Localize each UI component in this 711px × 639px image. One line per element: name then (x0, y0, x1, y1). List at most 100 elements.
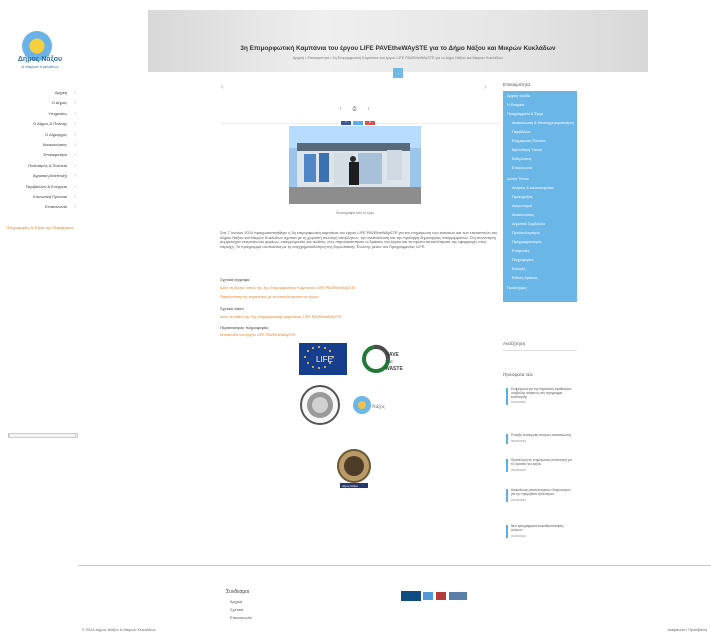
hero-banner: 3η Επιμορφωτική Καμπάνια του έργου LIFE … (148, 10, 648, 72)
nav-item-services[interactable]: Υπηρεσίες (0, 109, 80, 120)
right-menu-item-22[interactable]: Προσλήψεις (503, 286, 577, 291)
scroll-right-icon[interactable]: › (74, 433, 76, 439)
announcement-date: 08/06/2024 (511, 438, 527, 443)
right-menu-item-8[interactable]: Εκδηλώσεις (503, 157, 577, 162)
announcement-text: Έναρξη λειτουργίας κέντρου ανακύκλωσης (511, 433, 572, 437)
footer-bottom: © 2024 Δήμος Νάξου & Μικρών Κυκλάδων Δια… (78, 627, 711, 639)
right-menu-item-15[interactable]: Δημοτικό Συμβούλιο (503, 222, 577, 227)
announcements-title: Πρόσφατα νέα (503, 372, 533, 377)
coin-logo: Δήμος Νάξου (332, 445, 376, 489)
right-menu-item-19[interactable]: Πληροφορίες (503, 258, 577, 263)
coin-logo-text: Δήμος Νάξου (342, 484, 358, 488)
article-photo (289, 126, 421, 204)
video-heading: Σχετικό video (220, 306, 244, 311)
announcement-text: Ενημέρωση για την παράταση προθεσμίας υπ… (511, 387, 572, 399)
right-menu-item-1[interactable]: Αρχική σελίδα (503, 94, 577, 99)
partner-logos: LIFE PAVE THE WASTE Νάξος Δήμος Νάξου (220, 312, 500, 572)
footer-right-links[interactable]: Διαφάνεια • Πρόσβαση (668, 627, 707, 632)
right-menu: Αρχική σελίδα Η Εταιρεία Προγράμματα & Έ… (503, 91, 577, 302)
announcement-item[interactable]: Πρόσκληση σε ενημερωτική συνάντηση για τ… (506, 458, 575, 473)
right-menu-item-18[interactable]: Επιτροπές (503, 249, 577, 254)
documents-heading: Σχετικά έγγραφα (220, 277, 250, 282)
announcement-text: Ανακοίνωση αποτελεσμάτων διαγωνισμού για… (511, 488, 571, 496)
seal-logo (299, 384, 341, 426)
previous-button[interactable]: ‹ (337, 106, 344, 112)
nav-item-home[interactable]: Αρχική (0, 88, 80, 99)
naxos-logo-text: Νάξος (372, 405, 385, 410)
nav-item-news[interactable]: Επικαιρότητα (0, 150, 80, 161)
right-menu-item-10[interactable]: Δελτία Τύπου (503, 177, 577, 182)
nav-item-environment[interactable]: Περιβάλλον & Ενέργεια (0, 182, 80, 193)
previous-article-arrow-icon[interactable]: ‹ (221, 82, 224, 91)
page-title: 3η Επιμορφωτική Καμπάνια του έργου LIFE … (240, 45, 556, 52)
footer-link-contact[interactable]: Επικοινωνία (230, 615, 252, 620)
pave-the-waste-logo: PAVE THE WASTE (360, 343, 406, 375)
right-menu-item-4[interactable]: Ανακύκλωση & Επαναχρησιμοποίηση (503, 121, 577, 126)
photo-caption: Φωτογραφία από το έργο (335, 211, 375, 215)
document-link-1[interactable]: Δείτε τη δελτίο τύπου της 3ης Επιμορφωτι… (220, 286, 356, 290)
right-menu-item-17[interactable]: Προγραμματισμός (503, 240, 577, 245)
article-body: Στις 7 Ιουνίου 2024 πραγματοποιήθηκε η 3… (220, 230, 498, 249)
right-menu-item-21[interactable]: Ειδικές Δράσεις (503, 276, 577, 281)
right-menu-item-20[interactable]: Εκλογές (503, 267, 577, 272)
facebook-share-button[interactable]: f (341, 121, 351, 125)
footer-divider (78, 565, 711, 566)
right-menu-item-9[interactable]: Επικοινωνία (503, 166, 577, 171)
announcement-item[interactable]: Ενημέρωση για την παράταση προθεσμίας υπ… (506, 387, 575, 406)
right-menu-item-12[interactable]: Προκηρύξεις (503, 195, 577, 200)
next-article-arrow-icon[interactable]: › (484, 82, 487, 91)
twitter-share-button[interactable]: t (353, 121, 363, 125)
announcement-text: Πρόσκληση σε ενημερωτική συνάντηση για τ… (511, 458, 572, 466)
svg-text:PAVE: PAVE (386, 352, 400, 358)
footer-logos (401, 589, 469, 601)
logo-title: Δήμος Νάξου (17, 56, 63, 63)
print-icon[interactable]: ⎙ (351, 106, 358, 112)
right-menu-item-16[interactable]: Προϋπολογισμός (503, 231, 577, 236)
nav-item-mayor[interactable]: Ο Δήμαρχος (0, 130, 80, 141)
sidebar-note[interactable]: Πληροφορίες & Έργα της Περιφέρειας (4, 225, 76, 231)
right-menu-item-7[interactable]: Βιβλιοθήκη Υλικού (503, 148, 577, 153)
right-menu-item-14[interactable]: Ανακοινώσεις (503, 213, 577, 218)
svg-text:THE: THE (385, 359, 393, 364)
announcement-date: 03/06/2024 (511, 497, 527, 502)
nav-item-citizen[interactable]: Ο Δήμος & Πολίτης (0, 119, 80, 130)
main-content: 3η Επιμορφωτική Καμπάνια του έργου LIFE … (78, 0, 711, 639)
naxos-logo: Νάξος (351, 384, 397, 426)
announcement-item[interactable]: Ανακοίνωση αποτελεσμάτων διαγωνισμού για… (506, 488, 575, 503)
right-menu-item-3[interactable]: Προγράμματα & Έργα (503, 112, 577, 117)
nav-item-rural[interactable]: Αγροτική Ανάπτυξη (0, 171, 80, 182)
search-label: Αναζήτηση (503, 341, 526, 346)
right-menu-item-11[interactable]: Αιτήσεις & Δικαιολογητικά (503, 186, 577, 191)
sidebar-scrollbar[interactable]: ‹ › (8, 433, 78, 439)
announcement-date: 05/06/2024 (511, 467, 527, 472)
hero-tab-marker (393, 68, 403, 78)
breadcrumb[interactable]: Αρχική • Επικαιρότητα • 3η Επιμορφωτική … (218, 56, 578, 60)
footer-link-home[interactable]: Αρχική (230, 599, 242, 604)
copyright: © 2024 Δήμος Νάξου & Μικρών Κυκλάδων (82, 627, 156, 632)
nav-item-municipality[interactable]: Ο Δήμος (0, 98, 80, 109)
nav-item-contact[interactable]: Επικοινωνία (0, 202, 80, 213)
right-menu-item-2[interactable]: Η Εταιρεία (503, 103, 577, 108)
nav-item-culture[interactable]: Πολιτισμός & Πολιτεία (0, 161, 80, 172)
svg-text:WASTE: WASTE (385, 366, 403, 372)
nav-item-announcements[interactable]: Ανακοινώσεις (0, 140, 80, 151)
search-divider (503, 350, 577, 351)
email-share-button[interactable]: ✉ (365, 121, 375, 125)
next-button[interactable]: › (365, 106, 372, 112)
nav-item-welfare[interactable]: Κοινωνική Πρόνοια (0, 192, 80, 203)
announcement-item[interactable]: Νέα προγράμματα ευαισθητοποίησης πολιτών… (506, 524, 575, 539)
life-logo: LIFE (299, 343, 347, 375)
announcement-item[interactable]: Έναρξη λειτουργίας κέντρου ανακύκλωσης 0… (506, 433, 575, 444)
article-toolbar: ‹ ⎙ › f t ✉ (220, 102, 500, 125)
scroll-left-icon[interactable]: ‹ (8, 433, 10, 439)
announcements-box: Πρόσφατα νέα Ενημέρωση για την παράταση … (503, 361, 576, 557)
document-link-2[interactable]: Παρουσίαση της καμπάνιας με τα αποτελέσμ… (220, 295, 319, 299)
right-menu-item-5[interactable]: Περιβάλλον (503, 130, 577, 135)
right-sidebar-title: Επικαιρότητα (503, 82, 531, 87)
logo-subtitle: & Μικρών Κυκλάδων (21, 64, 59, 69)
right-menu-item-6[interactable]: Ενημέρωση Πολιτών (503, 139, 577, 144)
right-menu-item-13[interactable]: Διαγωνισμοί (503, 204, 577, 209)
announcement-date: 01/06/2024 (511, 533, 527, 538)
main-navigation: Αρχική Ο Δήμος Υπηρεσίες Ο Δήμος & Πολίτ… (0, 88, 80, 213)
footer-link-about[interactable]: Σχετικά (230, 607, 243, 612)
